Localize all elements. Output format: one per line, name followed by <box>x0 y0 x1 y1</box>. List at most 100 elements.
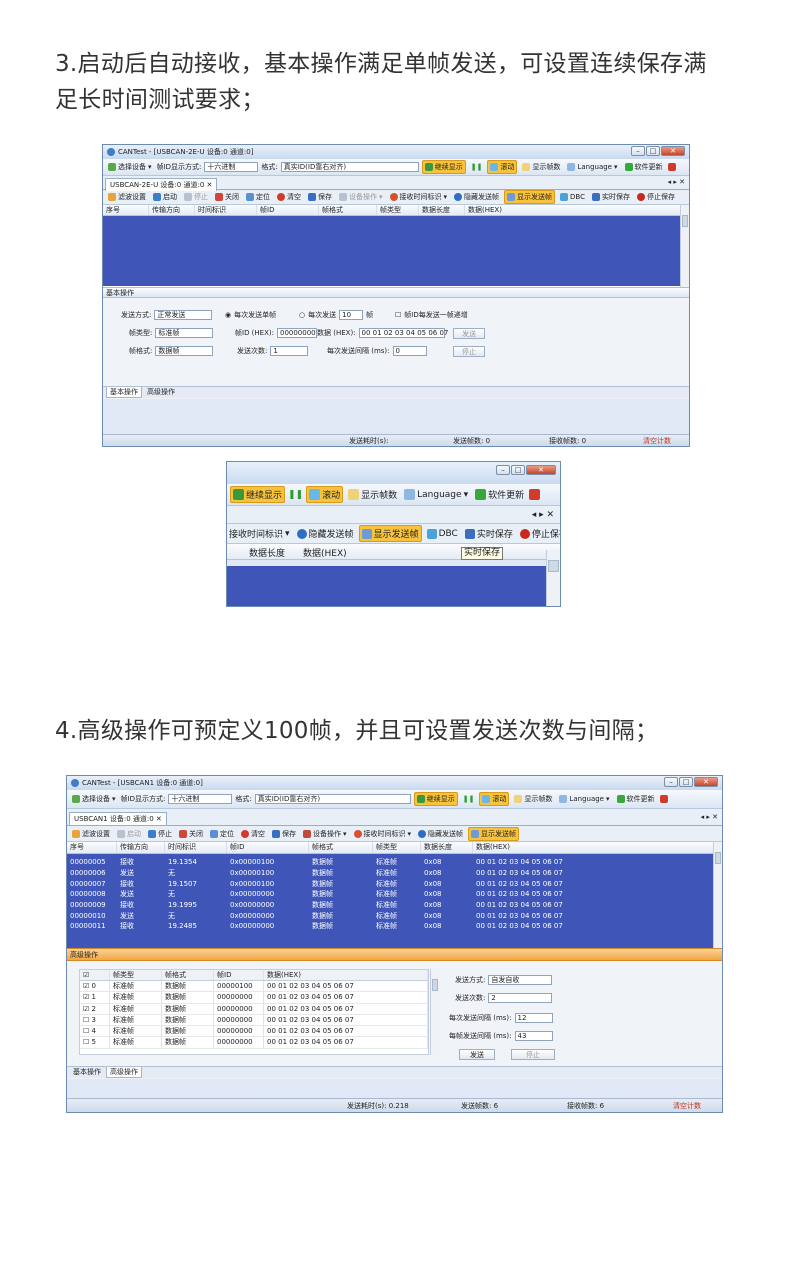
start2-button[interactable]: 启动 <box>115 828 143 840</box>
adv-table-row[interactable]: ☑ 2 标准帧 数据帧 00000000 00 01 02 03 04 05 06 07 <box>80 1003 428 1015</box>
adv-col-check[interactable]: ☑ <box>80 970 110 980</box>
table-row[interactable]: 00000006 发送 无 0x00000100 数据帧 标准帧 0x08 00 01 02 … <box>67 868 713 879</box>
update2-button[interactable]: 软件更新 <box>615 793 657 805</box>
device-op-button[interactable]: 设备操作 ▾ <box>337 191 385 203</box>
filter2-button[interactable]: 滤波设置 <box>70 828 112 840</box>
adv-row-checkbox[interactable]: ☑ 2 <box>80 1003 110 1014</box>
clear-count2-button[interactable]: 清空计数 <box>673 1101 701 1111</box>
frame-format-select[interactable]: 数据帧 <box>155 346 214 356</box>
stop-button[interactable]: 停止 <box>182 191 210 203</box>
table-row[interactable]: 00000007 接收 19.1507 0x00000100 数据帧 标准帧 0x08 00 … <box>67 878 713 889</box>
send-count-input[interactable]: 1 <box>270 346 309 356</box>
adv-send-count-input[interactable]: 2 <box>488 993 553 1003</box>
adv-send-mode-select[interactable]: 自发自收 <box>488 975 553 985</box>
clear-count-button[interactable]: 清空计数 <box>643 436 671 446</box>
grid2-body[interactable]: 00000005 接收 19.1354 0x00000100 数据帧 标准帧 0x08 00 … <box>67 854 713 948</box>
scroll2-button[interactable]: 滚动 <box>479 792 510 806</box>
frame-type-select[interactable]: 标准帧 <box>155 328 214 338</box>
adv-interval-input[interactable]: 12 <box>514 1013 553 1023</box>
tab-nav2-icon[interactable]: ◂ ▸ ✕ <box>701 813 718 821</box>
grid-scrollbar[interactable] <box>680 205 689 287</box>
hide-send-button[interactable]: 隐藏发送帧 <box>452 191 501 203</box>
close-device-button[interactable]: 关闭 <box>213 191 241 203</box>
realtime-save-button[interactable]: 实时保存 <box>590 191 632 203</box>
stop-send-button[interactable]: 停止 <box>453 346 485 357</box>
maximize-button[interactable]: □ <box>646 146 660 156</box>
filter-button[interactable]: 滤波设置 <box>106 191 148 203</box>
zoom-scroll-button[interactable]: 滚动 <box>306 486 344 503</box>
table-row[interactable]: 00000008 发送 无 0x00000000 数据帧 标准帧 0x08 00 01 02 … <box>67 889 713 900</box>
data-input[interactable]: 00 01 02 03 04 05 06 07 <box>358 328 448 338</box>
help2-icon[interactable] <box>659 795 668 803</box>
zoom-show-send-button[interactable]: 显示发送帧 <box>358 525 422 542</box>
format2-select[interactable]: 真实ID(ID靠右对齐) <box>254 794 411 804</box>
tab-advanced-ops[interactable]: 高级操作 <box>144 387 178 398</box>
adv-table-row[interactable]: ☑ 0 标准帧 数据帧 00000100 00 01 02 03 04 05 06 07 <box>80 981 428 993</box>
adv-row-checkbox[interactable]: ☐ 3 <box>80 1014 110 1026</box>
save-button[interactable]: 保存 <box>306 191 334 203</box>
tab-device2[interactable]: USBCAN1 设备:0 通道:0 ✕ <box>69 812 167 825</box>
pause-button[interactable]: ❚❚ <box>469 162 485 172</box>
id-mode2-select[interactable]: 十六进制 <box>168 794 233 804</box>
zoom-grid-body[interactable] <box>227 566 546 606</box>
multi-count-input[interactable]: 10 <box>339 310 364 320</box>
zoom-minimize-button[interactable]: – <box>496 465 510 475</box>
adv-table-row[interactable]: ☐ 4 标准帧 数据帧 00000000 00 01 02 03 04 05 06 07 <box>80 1026 428 1038</box>
adv-table-scrollbar[interactable] <box>430 969 439 1055</box>
tab2-basic-ops[interactable]: 基本操作 <box>70 1067 104 1078</box>
grid2-scrollbar[interactable] <box>713 842 722 948</box>
dbc-button[interactable]: DBC <box>558 192 587 202</box>
adv-send-button[interactable]: 发送 <box>459 1049 495 1060</box>
table-row[interactable]: 00000009 接收 19.1995 0x00000000 数据帧 标准帧 0x08 00 … <box>67 900 713 911</box>
zoom-continue-display-button[interactable]: 继续显示 <box>230 486 286 503</box>
select-device2-button[interactable]: 选择设备 ▾ <box>70 793 118 805</box>
id-incr-checkbox[interactable]: ☐ <box>395 311 401 319</box>
zoom-update-button[interactable]: 软件更新 <box>473 487 526 502</box>
zoom-dbc-button[interactable]: DBC <box>425 528 460 540</box>
zoom-language-button[interactable]: Language ▾ <box>402 488 470 501</box>
locate2-button[interactable]: 定位 <box>208 828 236 840</box>
zoom-tab-nav-icon[interactable]: ◂ ▸ ✕ <box>532 510 554 520</box>
send-button[interactable]: 发送 <box>453 328 485 339</box>
radio-multi[interactable]: ○ <box>299 311 305 319</box>
zoom-help-icon[interactable] <box>529 489 541 500</box>
format-select[interactable]: 真实ID(ID靠右对齐) <box>280 162 419 172</box>
minimize2-button[interactable]: – <box>664 777 678 787</box>
adv-table-row[interactable]: ☐ 5 标准帧 数据帧 00000000 00 01 02 03 04 05 06 07 <box>80 1037 428 1049</box>
continue-display-button[interactable]: 继续显示 <box>421 160 466 174</box>
show-frames2-button[interactable]: 显示帧数 <box>512 793 554 805</box>
grid-body[interactable] <box>103 216 680 286</box>
tab2-advanced-ops[interactable]: 高级操作 <box>106 1067 142 1078</box>
table-row[interactable]: 00000005 接收 19.1354 0x00000100 数据帧 标准帧 0x08 00 … <box>67 857 713 868</box>
adv-row-checkbox[interactable]: ☑ 1 <box>80 992 110 1003</box>
adv-stop-button[interactable]: 停止 <box>511 1049 555 1060</box>
tab-device[interactable]: USBCAN-2E-U 设备:0 通道:0 ✕ <box>105 178 218 191</box>
stop2-button[interactable]: 停止 <box>146 828 174 840</box>
help-icon[interactable] <box>667 163 676 171</box>
tab-basic-ops[interactable]: 基本操作 <box>106 387 142 398</box>
clear2-button[interactable]: 清空 <box>239 828 267 840</box>
adv-table-row[interactable]: ☐ 3 标准帧 数据帧 00000000 00 01 02 03 04 05 06 07 <box>80 1014 428 1027</box>
minimize-button[interactable]: – <box>631 146 645 156</box>
clear-button[interactable]: 清空 <box>275 191 303 203</box>
update-button[interactable]: 软件更新 <box>623 161 665 173</box>
locate-button[interactable]: 定位 <box>244 191 272 203</box>
close-window2-button[interactable]: ✕ <box>694 777 718 787</box>
zoom-realtime-save-button[interactable]: 实时保存 <box>463 526 515 541</box>
continue-display2-button[interactable]: 继续显示 <box>413 792 458 806</box>
tab-nav-icon[interactable]: ◂ ▸ ✕ <box>668 178 685 186</box>
table-row[interactable]: 00000011 接收 19.2485 0x00000000 数据帧 标准帧 0x08 00 … <box>67 921 713 932</box>
id-mode-select[interactable]: 十六进制 <box>204 162 259 172</box>
zoom-pause-icon[interactable]: ❚❚ <box>288 490 303 500</box>
close-device2-button[interactable]: 关闭 <box>177 828 205 840</box>
language2-button[interactable]: Language ▾ <box>557 794 611 804</box>
table-row[interactable]: 00000010 发送 无 0x00000000 数据帧 标准帧 0x08 00 01 02 … <box>67 910 713 921</box>
scroll-button[interactable]: 滚动 <box>487 160 518 174</box>
recv-time-button[interactable]: 接收时间标识 ▾ <box>388 191 450 203</box>
stop-save-button[interactable]: 停止保存 <box>635 191 677 203</box>
zoom-grid-scrollbar[interactable] <box>546 550 560 606</box>
send-mode-select[interactable]: 正常发送 <box>154 310 213 320</box>
adv-row-checkbox[interactable]: ☐ 4 <box>80 1026 110 1037</box>
start-button[interactable]: 启动 <box>151 191 179 203</box>
close-window-button[interactable]: ✕ <box>661 146 685 156</box>
